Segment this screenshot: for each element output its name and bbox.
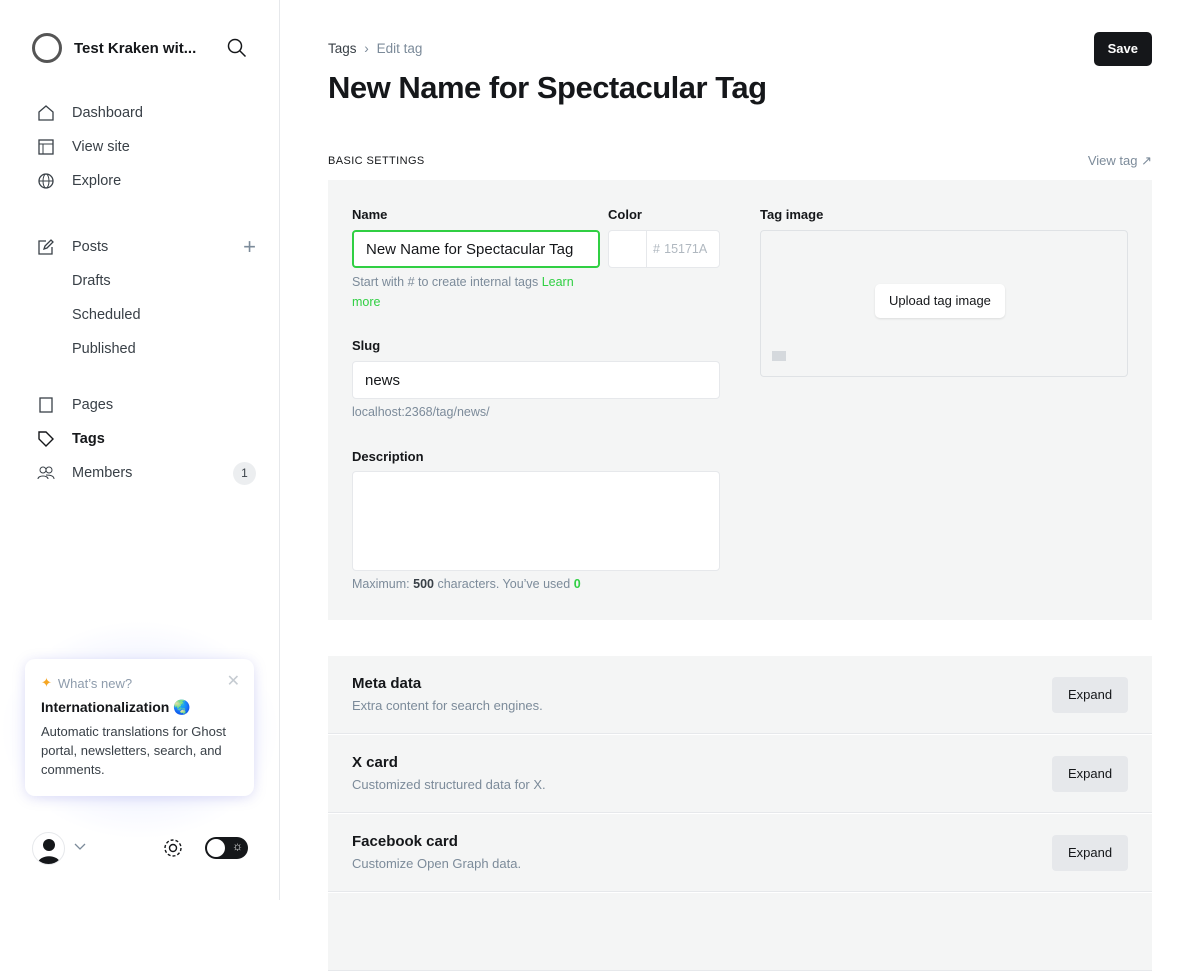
slug-label: Slug [352,338,381,353]
tag-image-label: Tag image [760,207,824,222]
external-link-icon: ↗ [1141,153,1152,168]
description-textarea[interactable] [352,471,720,571]
nav-pages[interactable]: Pages [36,388,256,422]
site-name: Test Kraken wit... [74,39,197,57]
nav-scheduled[interactable]: Scheduled [36,298,256,332]
close-icon[interactable]: ✕ [227,671,240,691]
description-label: Description [352,449,424,464]
hint-text: Maximum: [352,577,410,591]
facebook-card-section: Facebook card Customize Open Graph data. E… [328,814,1152,892]
nav-members[interactable]: Members 1 [36,456,256,490]
nav-label: Members [72,465,133,481]
nav-label: Scheduled [72,307,141,323]
section-subtitle: Customized structured data for X. [352,777,546,792]
members-icon [36,464,56,482]
section-title: Meta data [352,675,422,692]
breadcrumb-current: Edit tag [376,41,423,56]
color-hash: # [653,242,660,256]
nav-label: Tags [72,431,105,447]
name-label: Name [352,207,388,222]
whats-new-title: Internationalization 🌏 [41,699,191,715]
expand-button[interactable]: Expand [1052,756,1128,792]
site-logo [32,33,62,63]
edit-icon [36,238,56,256]
nav-tags[interactable]: Tags [36,422,256,456]
nav-label: Pages [72,397,114,413]
nav-posts[interactable]: Posts + [36,230,256,264]
color-input[interactable]: # 15171A [608,230,720,268]
site-brand[interactable]: Test Kraken wit... [32,33,196,63]
globe-icon [36,172,56,190]
slug-url: localhost:2368/tag/news/ [352,405,490,419]
color-label: Color [608,207,642,222]
slug-input[interactable]: news [352,361,720,399]
gear-icon[interactable] [162,837,184,859]
home-icon [36,104,56,122]
hint-text: characters. You’ve used [437,577,571,591]
page-title: New Name for Spectacular Tag [328,70,767,105]
section-heading: BASIC SETTINGS [328,155,425,167]
view-tag-label: View tag [1087,153,1138,168]
nav-published[interactable]: Published [36,332,256,366]
name-hint: Start with # to create internal tags [352,275,539,289]
layout-icon [36,138,56,156]
save-button[interactable]: Save [1093,32,1152,66]
section-subtitle: Customize Open Graph data. [352,856,522,871]
upload-tag-image-button[interactable]: Upload tag image [875,284,1005,318]
whats-new-heading: What’s new? [57,675,133,691]
meta-data-section: Meta data Extra content for search engine… [328,656,1152,734]
basic-settings-panel: Name New Name for Spectacular Tag Start … [328,180,1152,620]
whats-new-card[interactable]: ✦ What’s new? ✕ Internationalization 🌏 Au… [25,659,254,796]
page-icon [36,396,56,414]
nav-label: Explore [72,173,122,189]
name-input[interactable]: New Name for Spectacular Tag [352,230,600,268]
section-title: Facebook card [352,833,458,850]
hint-max: 500 [413,577,434,591]
color-swatch[interactable] [609,231,647,267]
tag-image-dropzone[interactable]: Upload tag image [760,230,1128,377]
avatar[interactable] [32,832,65,865]
nav-label: Published [72,341,136,357]
hint-used: 0 [573,577,581,591]
sidebar: Test Kraken wit... Dashboard View site E… [0,0,280,900]
whats-new-body: Automatic translations for Ghost portal,… [41,724,226,777]
section-title: X card [352,754,398,771]
theme-toggle[interactable]: ☼ [205,837,248,859]
name-value: New Name for Spectacular Tag [366,240,574,258]
description-hint: Maximum: 500 characters. You’ve used 0 [352,574,581,594]
nav-drafts[interactable]: Drafts [36,264,256,298]
color-placeholder: 15171A [664,242,708,256]
sun-icon: ☼ [232,839,243,853]
nav-dashboard[interactable]: Dashboard [36,96,256,130]
slug-value: news [365,371,401,389]
search-icon[interactable] [227,38,247,58]
image-icon [772,351,786,361]
nav-label: Drafts [72,273,111,289]
members-count-badge: 1 [233,461,256,485]
nav-explore[interactable]: Explore [36,164,256,198]
view-tag-link[interactable]: View tag ↗ [1088,153,1152,169]
x-card-section: X card Customized structured data for X. E… [328,735,1152,813]
new-post-plus-icon[interactable]: + [243,234,256,260]
section-subtitle: Extra content for search engines. [352,698,543,713]
chevron-down-icon[interactable] [74,843,86,851]
breadcrumb-tags[interactable]: Tags [328,41,357,56]
nav-label: Posts [72,239,109,255]
expand-button[interactable]: Expand [1052,677,1128,713]
nav-view-site[interactable]: View site [36,130,256,164]
nav-label: View site [72,139,130,155]
sparkle-icon: ✦ [41,675,52,690]
nav-label: Dashboard [72,105,143,121]
breadcrumb: Tags › Edit tag [328,41,423,56]
expand-button[interactable]: Expand [1052,835,1128,871]
tag-icon [36,430,56,448]
more-section [328,893,1152,971]
